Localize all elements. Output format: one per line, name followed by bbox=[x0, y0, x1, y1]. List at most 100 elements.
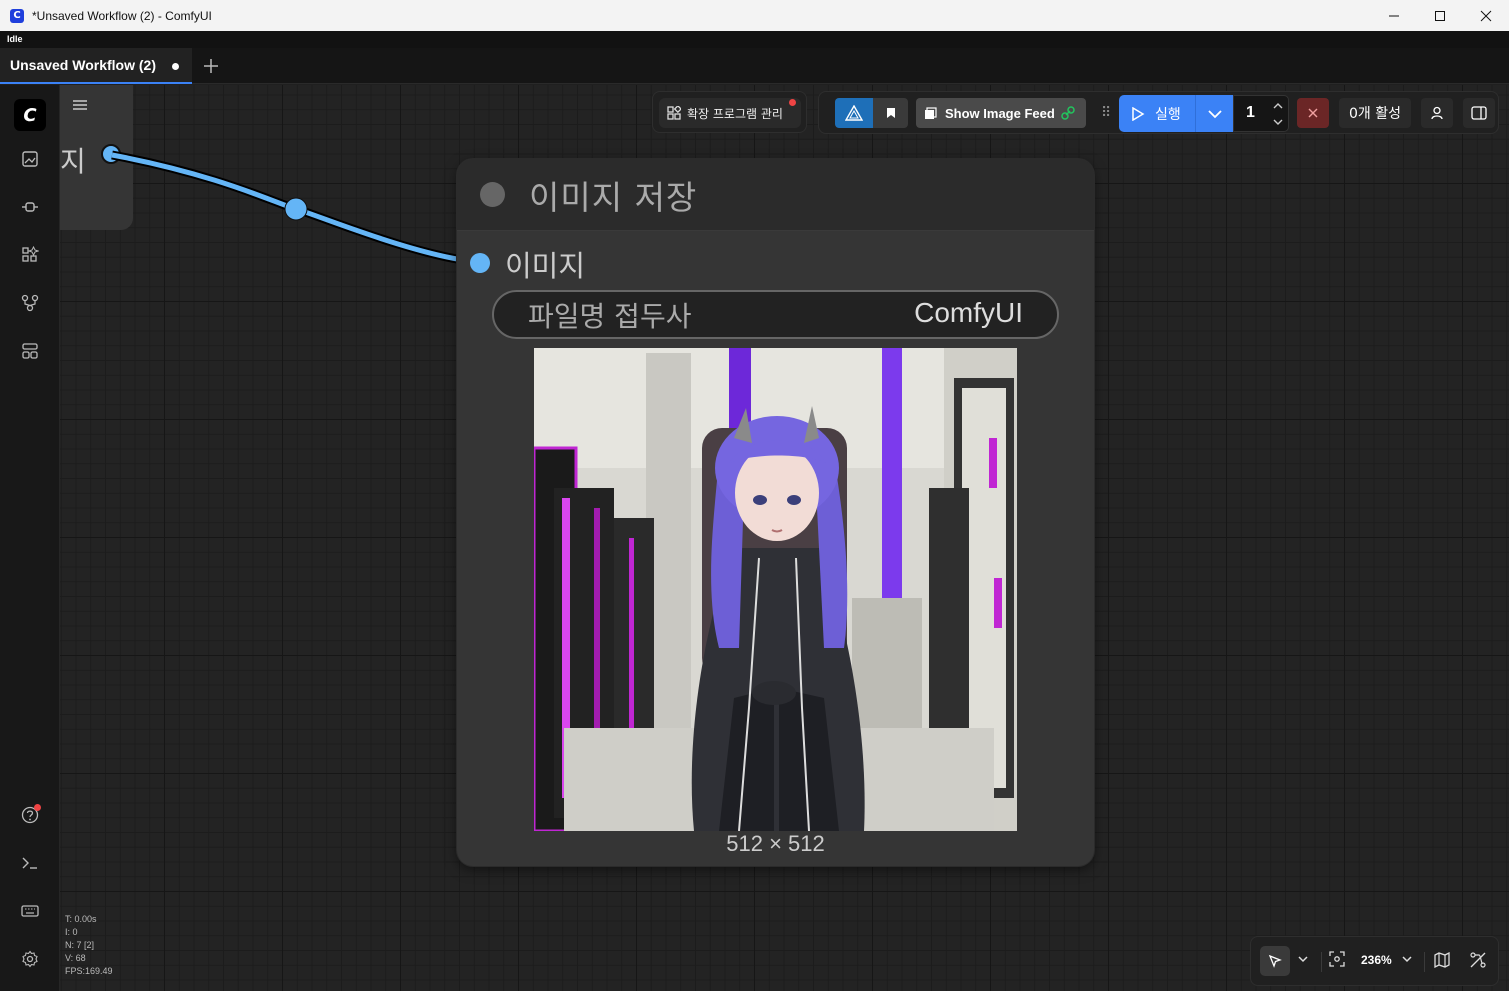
fit-view-icon[interactable] bbox=[1329, 951, 1345, 967]
templates-icon bbox=[22, 343, 38, 359]
close-icon bbox=[1308, 108, 1318, 118]
widget-value: ComfyUI bbox=[914, 297, 1023, 328]
stat-time: T: 0.00s bbox=[65, 914, 97, 924]
comfyui-window: C *Unsaved Workflow (2) - ComfyUI Idle U… bbox=[0, 0, 1509, 991]
comfyui-app-icon: C bbox=[10, 8, 24, 23]
sidebar-item-keyboard[interactable] bbox=[14, 895, 46, 927]
extensions-manager-container: 확장 프로그램 관리 bbox=[652, 91, 807, 133]
run-label: 실행 bbox=[1155, 106, 1181, 123]
chevron-up-icon[interactable] bbox=[1272, 100, 1284, 112]
new-tab-button[interactable] bbox=[200, 55, 222, 77]
divider bbox=[1321, 952, 1322, 972]
minimap-icon[interactable] bbox=[1434, 952, 1450, 968]
workflows-icon bbox=[21, 294, 39, 312]
comfy-logo-button[interactable]: C bbox=[14, 99, 46, 131]
sidebar-item-node-library[interactable] bbox=[14, 239, 46, 271]
play-icon bbox=[1132, 106, 1145, 121]
help-notification-dot bbox=[34, 804, 41, 811]
image-preview[interactable] bbox=[534, 348, 1017, 831]
show-image-feed-button[interactable]: Show Image Feed bbox=[916, 98, 1086, 128]
unsaved-indicator bbox=[172, 63, 179, 70]
images-icon bbox=[22, 151, 38, 167]
select-mode-button[interactable] bbox=[1260, 946, 1290, 976]
window-controls bbox=[1371, 0, 1509, 31]
node-menu-icon[interactable] bbox=[72, 98, 88, 112]
chevron-down-icon[interactable] bbox=[1401, 953, 1413, 965]
maximize-icon bbox=[1435, 10, 1445, 21]
batch-count-stepper[interactable]: 1 bbox=[1233, 95, 1289, 132]
window-titlebar: C *Unsaved Workflow (2) - ComfyUI bbox=[0, 0, 1509, 31]
run-mode-dropdown[interactable] bbox=[1195, 95, 1233, 132]
bookmark-button[interactable] bbox=[873, 98, 908, 128]
stat-nodes: N: 7 [2] bbox=[65, 940, 95, 950]
status-text: Idle bbox=[7, 34, 23, 44]
output-slot-label: 지 bbox=[60, 145, 86, 178]
divider bbox=[1424, 952, 1425, 972]
node-library-icon bbox=[22, 246, 39, 262]
node-header[interactable]: 이미지 저장 bbox=[457, 159, 1094, 231]
triangle-logo-icon bbox=[845, 105, 863, 121]
notification-dot bbox=[789, 99, 796, 106]
zoom-level[interactable]: 236% bbox=[1361, 953, 1392, 967]
left-sidebar: C bbox=[0, 85, 60, 991]
load-image-node-partial[interactable]: 지 bbox=[60, 85, 133, 230]
keyboard-icon bbox=[21, 905, 39, 917]
hide-links-icon[interactable] bbox=[1470, 952, 1486, 968]
save-image-node[interactable]: 이미지 저장 이미지 파일명 접두사 ComfyUI 512 × 512 bbox=[457, 159, 1094, 866]
sidebar-item-images[interactable] bbox=[14, 143, 46, 175]
status-strip: Idle bbox=[0, 31, 1509, 48]
sidebar-item-terminal[interactable] bbox=[14, 847, 46, 879]
minimize-button[interactable] bbox=[1371, 0, 1417, 31]
node-collapse-toggle[interactable] bbox=[480, 182, 505, 207]
extensions-manager-button[interactable]: 확장 프로그램 관리 bbox=[659, 98, 801, 128]
image-dimensions: 512 × 512 bbox=[726, 831, 825, 856]
image-feed-icon bbox=[925, 106, 937, 119]
settings-icon bbox=[22, 950, 38, 968]
toggle-panel-button[interactable] bbox=[1463, 98, 1495, 128]
chevron-down-icon[interactable] bbox=[1272, 116, 1284, 128]
sidebar-item-workflows[interactable] bbox=[14, 287, 46, 319]
cursor-icon bbox=[1268, 954, 1282, 968]
stat-iterations: I: 0 bbox=[65, 927, 78, 937]
output-slot-image[interactable] bbox=[101, 144, 121, 164]
sidebar-item-help[interactable] bbox=[14, 799, 46, 831]
input-slot-label: 이미지 bbox=[505, 249, 586, 283]
queue-toolbar: Show Image Feed ⠿ 실행 1 0개 활성 bbox=[818, 91, 1499, 134]
cancel-run-button[interactable] bbox=[1297, 98, 1329, 128]
close-icon bbox=[1480, 10, 1492, 21]
bookmark-icon bbox=[886, 108, 895, 118]
sidebar-item-model-library[interactable] bbox=[14, 191, 46, 223]
terminal-icon bbox=[22, 857, 37, 869]
window-title: *Unsaved Workflow (2) - ComfyUI bbox=[32, 8, 212, 23]
image-feed-label: Show Image Feed bbox=[945, 105, 1055, 121]
user-icon bbox=[1431, 106, 1443, 120]
node-title: 이미지 저장 bbox=[529, 178, 698, 217]
sidebar-item-templates[interactable] bbox=[14, 335, 46, 367]
user-button[interactable] bbox=[1421, 98, 1453, 128]
batch-count-value: 1 bbox=[1246, 104, 1255, 121]
mask-editor-button[interactable] bbox=[835, 98, 873, 128]
close-button[interactable] bbox=[1463, 0, 1509, 31]
puzzle-icon bbox=[667, 106, 681, 120]
drag-handle-icon[interactable]: ⠿ bbox=[1101, 105, 1111, 121]
generated-image bbox=[534, 348, 1017, 831]
plus-icon bbox=[204, 59, 218, 73]
chevron-down-icon bbox=[1207, 109, 1222, 118]
sidebar-item-settings[interactable] bbox=[14, 943, 46, 975]
tab-unsaved-workflow[interactable]: Unsaved Workflow (2) bbox=[0, 48, 192, 84]
workflow-tab-bar: Unsaved Workflow (2) bbox=[0, 48, 1509, 84]
model-library-icon bbox=[22, 202, 38, 212]
stat-fps: FPS:169.49 bbox=[65, 966, 113, 976]
filename-prefix-widget[interactable]: 파일명 접두사 ComfyUI bbox=[492, 290, 1059, 339]
input-slot-images[interactable] bbox=[470, 253, 490, 273]
chevron-down-icon[interactable] bbox=[1297, 953, 1309, 965]
link-icon bbox=[1061, 106, 1075, 120]
canvas-controls: 236% bbox=[1250, 936, 1499, 986]
maximize-button[interactable] bbox=[1417, 0, 1463, 31]
extensions-manager-label: 확장 프로그램 관리 bbox=[687, 106, 783, 121]
minimize-icon bbox=[1389, 15, 1399, 16]
widget-label: 파일명 접두사 bbox=[528, 300, 692, 333]
active-queue-button[interactable]: 0개 활성 bbox=[1339, 98, 1411, 128]
sidebar-panel-icon bbox=[1471, 106, 1487, 120]
stat-visible: V: 68 bbox=[65, 953, 86, 963]
